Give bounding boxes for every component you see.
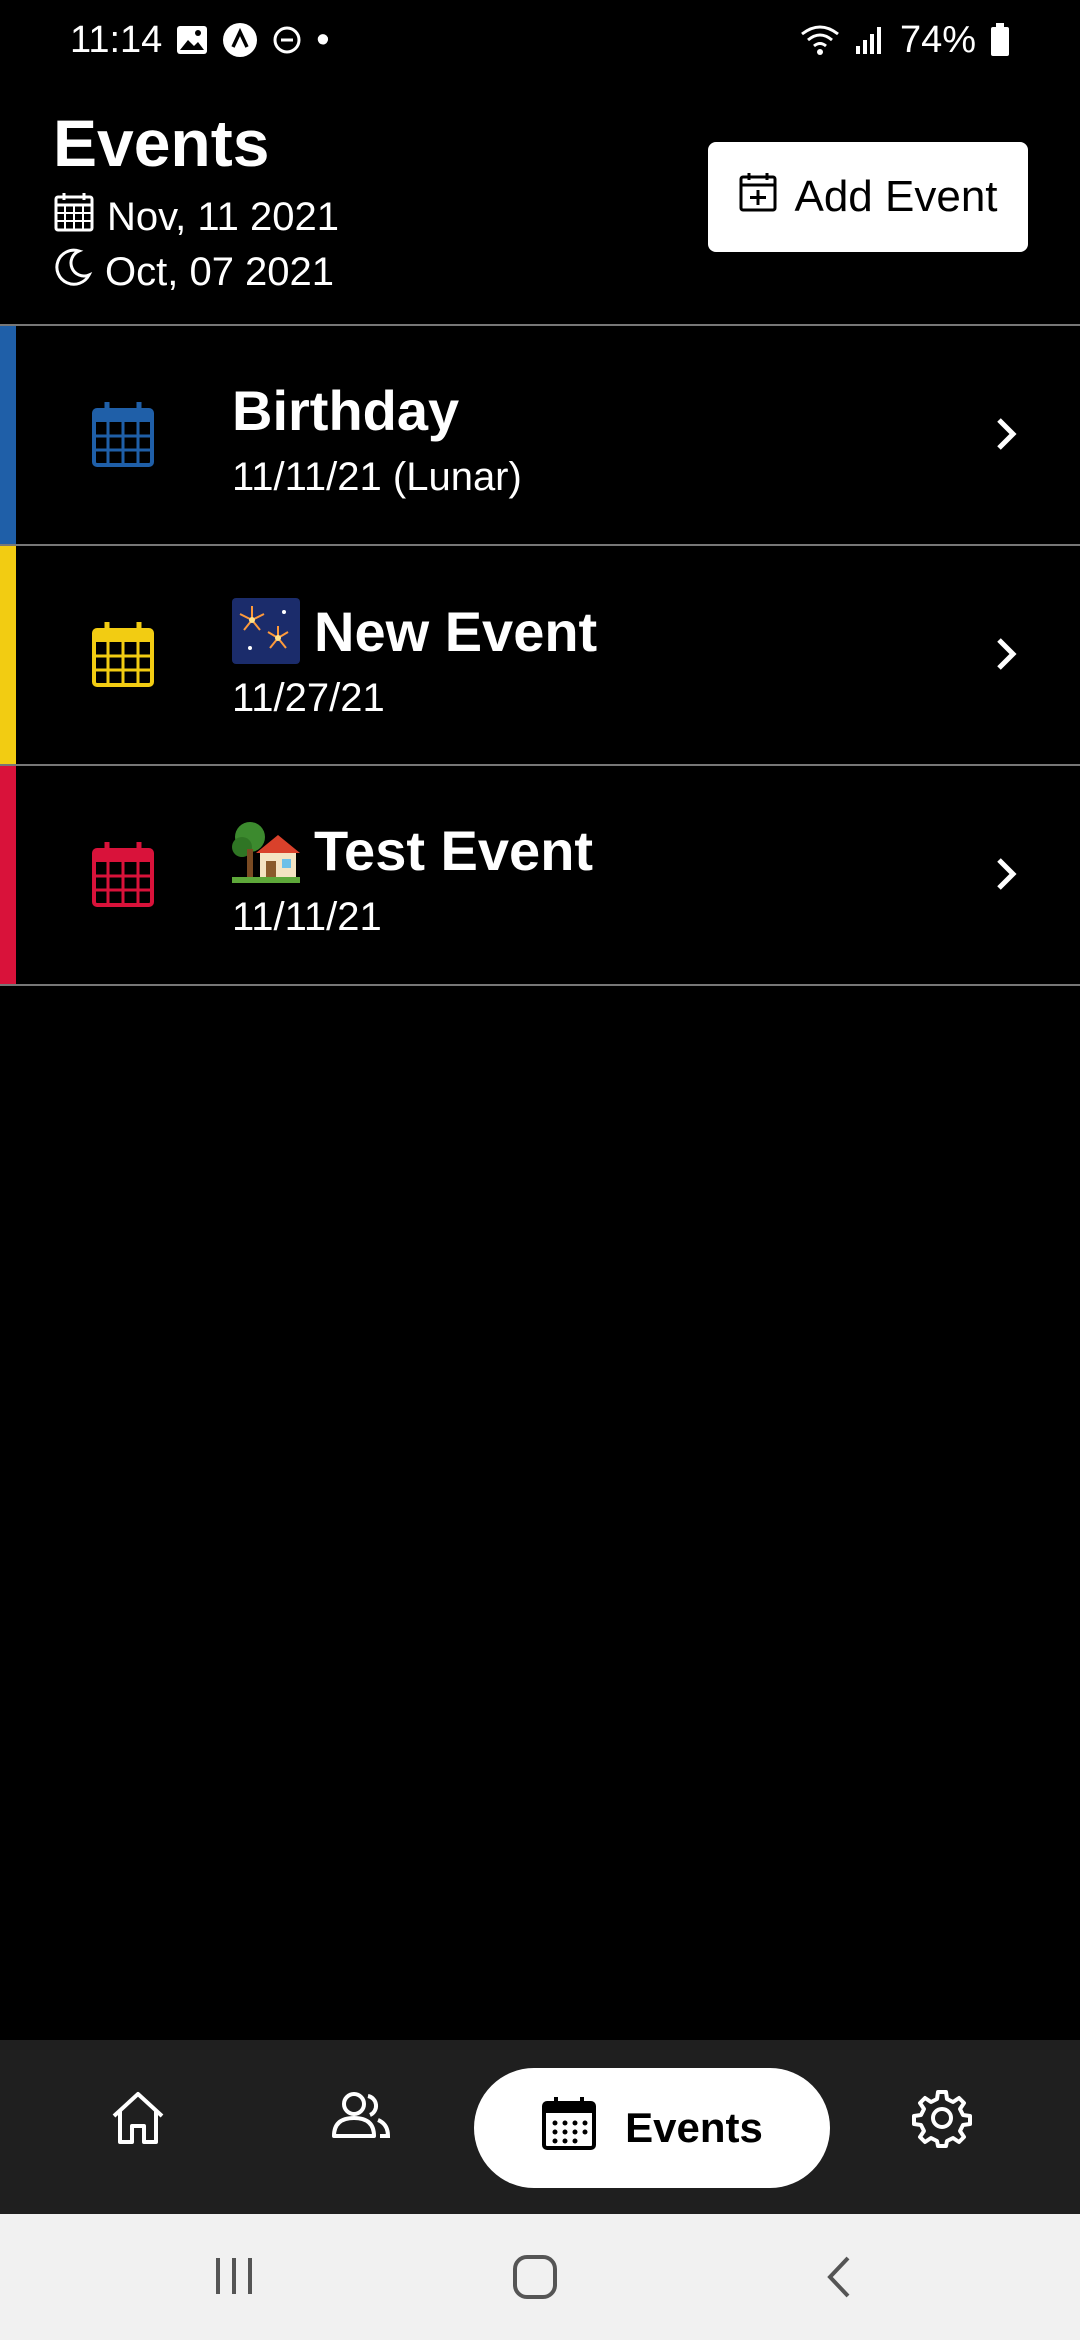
event-row-new-event[interactable]: New Event 11/27/21	[0, 546, 1080, 766]
calendar-icon	[53, 191, 95, 243]
notification-dot: •	[316, 18, 330, 61]
system-navigation-bar	[0, 2214, 1080, 2340]
event-text: Test Event 11/11/21	[232, 818, 593, 940]
event-color-bar	[0, 326, 16, 544]
event-row-test-event[interactable]: Test Event 11/11/21	[0, 766, 1080, 986]
event-title: New Event	[314, 599, 598, 663]
signal-icon	[854, 24, 886, 56]
status-bar: 11:14 • 74%	[0, 0, 1080, 80]
home-icon[interactable]	[108, 2088, 168, 2153]
chevron-right-icon	[994, 416, 1018, 457]
status-right: 74%	[800, 19, 1010, 62]
status-time: 11:14	[70, 18, 163, 61]
event-list: Birthday 11/11/21 (Lunar) New Event 11/2…	[0, 324, 1080, 986]
add-event-button[interactable]: Add Event	[708, 142, 1028, 252]
image-icon	[176, 25, 208, 55]
solar-date-line: Nov, 11 2021	[53, 191, 339, 243]
wifi-icon	[800, 24, 840, 56]
recents-icon[interactable]	[212, 2254, 256, 2303]
nav-events-tab[interactable]: Events	[474, 2068, 830, 2188]
chevron-right-icon	[994, 856, 1018, 897]
chevron-right-icon	[994, 636, 1018, 677]
add-event-label: Add Event	[794, 172, 998, 221]
event-color-bar	[0, 766, 16, 984]
status-left: 11:14 •	[70, 19, 330, 62]
people-icon[interactable]	[328, 2088, 394, 2147]
fireworks-icon	[232, 598, 300, 664]
gear-icon[interactable]	[912, 2088, 972, 2153]
event-title: Birthday	[232, 379, 460, 442]
nav-events-label: Events	[625, 2104, 763, 2151]
event-text: Birthday 11/11/21 (Lunar)	[232, 378, 522, 500]
event-row-birthday[interactable]: Birthday 11/11/21 (Lunar)	[0, 326, 1080, 546]
battery-icon	[990, 23, 1010, 57]
moon-icon	[53, 247, 93, 297]
back-icon[interactable]	[824, 2254, 854, 2305]
lunar-date-line: Oct, 07 2021	[53, 247, 334, 297]
event-name: Test Event	[232, 818, 593, 883]
lunar-date: Oct, 07 2021	[105, 249, 335, 294]
calendar-icon	[90, 620, 156, 693]
page-title: Events	[53, 106, 270, 180]
bottom-navigation: Events	[0, 2040, 1080, 2214]
calendar-icon	[90, 840, 156, 913]
event-color-bar	[0, 546, 16, 764]
event-date: 11/11/21	[232, 895, 382, 939]
calendar-icon	[90, 400, 156, 473]
event-date: 11/11/21 (Lunar)	[232, 455, 522, 499]
solar-date: Nov, 11 2021	[107, 194, 340, 239]
event-date: 11/27/21	[232, 676, 385, 720]
events-header: Events Nov, 11 2021 Oct, 07 2021 Add Eve…	[0, 95, 1080, 325]
event-name: New Event	[232, 598, 597, 664]
event-title: Test Event	[314, 819, 594, 882]
do-not-disturb-icon	[272, 25, 302, 55]
battery-percent: 74%	[899, 18, 976, 61]
app-notification-icon	[222, 22, 258, 58]
calendar-icon	[541, 2095, 597, 2161]
home-button-icon[interactable]	[512, 2254, 558, 2305]
event-name: Birthday	[232, 378, 522, 443]
house-with-garden-icon	[232, 819, 300, 883]
event-text: New Event 11/27/21	[232, 598, 597, 721]
calendar-plus-icon	[738, 171, 778, 224]
